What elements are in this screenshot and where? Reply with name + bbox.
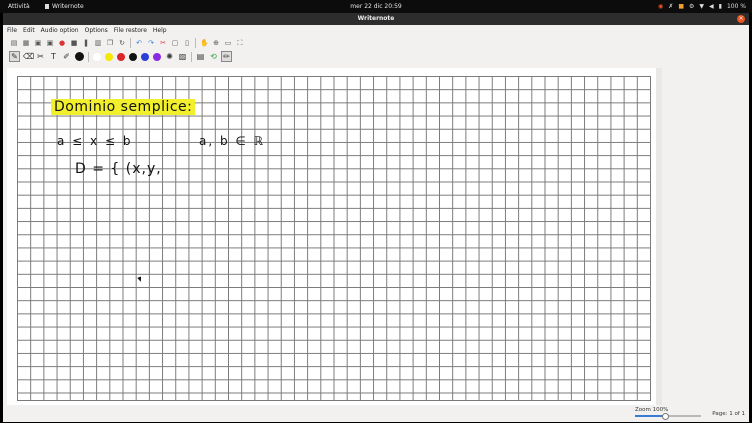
refresh-icon[interactable]: ↻ xyxy=(118,39,126,47)
grid-page[interactable]: Dominio semplice: a ≤ x ≤ b a, b ∈ ℝ D =… xyxy=(17,76,651,401)
toolbar-divider xyxy=(88,51,89,62)
paste-icon[interactable]: ▢ xyxy=(171,39,179,47)
zoom-slider-handle[interactable] xyxy=(661,413,669,420)
open-file-icon[interactable]: ▦ xyxy=(22,39,30,47)
handwritten-domain-definition: D = { (x,y, xyxy=(75,161,162,177)
battery-icon: ▮ xyxy=(718,3,722,10)
menu-help[interactable]: Help xyxy=(153,25,167,36)
stop-icon[interactable]: ■ xyxy=(70,39,78,47)
pen-toolbar: ✎ ⌫ ✂ T ✐ ✺ ▨ ▤ ⟲ ✏ xyxy=(3,49,749,64)
zoom-label: Zoom 100% xyxy=(635,407,669,413)
color-blue-swatch[interactable] xyxy=(141,52,149,61)
record-icon[interactable]: ● xyxy=(58,39,66,47)
settings-icon: ⚙ xyxy=(688,3,695,10)
toolbar-divider xyxy=(130,37,131,48)
wifi-icon: ▼ xyxy=(699,3,704,10)
app-window: Writernote × File Edit Audio option Opti… xyxy=(3,13,749,422)
pencil-icon[interactable]: ✏ xyxy=(221,51,232,62)
menu-edit[interactable]: Edit xyxy=(23,25,35,36)
status-bar: Zoom 100% Page: 1 of 1 xyxy=(3,405,749,422)
image-icon[interactable]: ▨ xyxy=(178,52,187,61)
highlighter-icon[interactable]: ✐ xyxy=(62,52,71,61)
menu-bar: File Edit Audio option Options File rest… xyxy=(3,25,749,36)
save-icon[interactable]: ▣ xyxy=(34,39,42,47)
main-toolbar: ▤ ▦ ▣ ▣ ● ■ ❚ ▥ ❐ ↻ ↶ ↷ ✂ ▢ ▯ ✋ ⊕ ▭ ⛶ xyxy=(3,36,749,49)
close-window-button[interactable]: × xyxy=(737,15,745,23)
save-as-icon[interactable]: ▣ xyxy=(46,39,54,47)
zoom-icon[interactable]: ⊕ xyxy=(212,39,220,47)
cut-icon[interactable]: ✂ xyxy=(159,39,167,47)
window-titlebar[interactable]: Writernote × xyxy=(3,13,749,25)
color-white-swatch[interactable] xyxy=(93,52,101,61)
color-black-swatch[interactable] xyxy=(129,52,137,61)
menu-options[interactable]: Options xyxy=(85,25,108,36)
handwritten-real-numbers: a, b ∈ ℝ xyxy=(199,134,266,148)
menu-file[interactable]: File xyxy=(7,25,17,36)
page-indicator: Page: 1 of 1 xyxy=(712,411,745,417)
volume-icon: ◀ xyxy=(709,3,714,10)
restore-icon[interactable]: ⟲ xyxy=(209,52,218,61)
scissors-icon[interactable]: ✂ xyxy=(36,52,45,61)
system-tray[interactable]: ◉ ✗ ■ ⚙ ▼ ◀ ▮ 100 % xyxy=(658,0,746,13)
side-panel xyxy=(656,68,749,405)
color-yellow-swatch[interactable] xyxy=(105,52,113,61)
hand-icon[interactable]: ✋ xyxy=(200,39,209,47)
pen-icon[interactable]: ✎ xyxy=(9,51,20,62)
recording-icon: ◉ xyxy=(658,3,664,10)
handwritten-inequality: a ≤ x ≤ b xyxy=(57,134,133,148)
menu-audio-option[interactable]: Audio option xyxy=(41,25,79,36)
clock[interactable]: mer 22 dic 20:59 xyxy=(0,0,752,13)
eraser-icon[interactable]: ⌫ xyxy=(23,52,34,61)
pen-size-dot-icon[interactable] xyxy=(75,52,84,61)
menu-file-restore[interactable]: File restore xyxy=(114,25,147,36)
text-icon[interactable]: T xyxy=(49,52,58,61)
color-purple-swatch[interactable] xyxy=(153,52,161,61)
document-area[interactable]: Dominio semplice: a ≤ x ≤ b a, b ∈ ℝ D =… xyxy=(7,68,656,405)
fullscreen-icon[interactable]: ⛶ xyxy=(236,39,244,47)
handwritten-title: Dominio semplice: xyxy=(51,99,196,115)
zoom-slider-fill xyxy=(635,415,665,417)
color-picker-icon[interactable]: ✺ xyxy=(165,52,174,61)
system-top-bar: Attività Writernote mer 22 dic 20:59 ◉ ✗… xyxy=(0,0,752,13)
app-indicator-icon: ■ xyxy=(678,3,684,10)
vertical-scrollbar[interactable] xyxy=(656,68,662,405)
redo-icon[interactable]: ↷ xyxy=(147,39,155,47)
new-file-icon[interactable]: ▤ xyxy=(10,39,18,47)
document-icon[interactable]: ▤ xyxy=(196,52,205,61)
print-icon[interactable]: ▥ xyxy=(94,39,102,47)
notebook-icon[interactable]: ▯ xyxy=(183,39,191,47)
window-title: Writernote xyxy=(357,15,395,22)
tool-icon: ✗ xyxy=(668,3,674,10)
copy-icon[interactable]: ❐ xyxy=(106,39,114,47)
page-icon[interactable]: ▭ xyxy=(224,39,232,47)
toolbar-divider xyxy=(195,37,196,48)
pause-icon[interactable]: ❚ xyxy=(82,39,90,47)
battery-level: 100 % xyxy=(726,3,746,10)
zoom-slider[interactable] xyxy=(635,413,701,420)
toolbar-divider xyxy=(191,51,192,62)
undo-icon[interactable]: ↶ xyxy=(135,39,143,47)
color-red-swatch[interactable] xyxy=(117,52,125,61)
